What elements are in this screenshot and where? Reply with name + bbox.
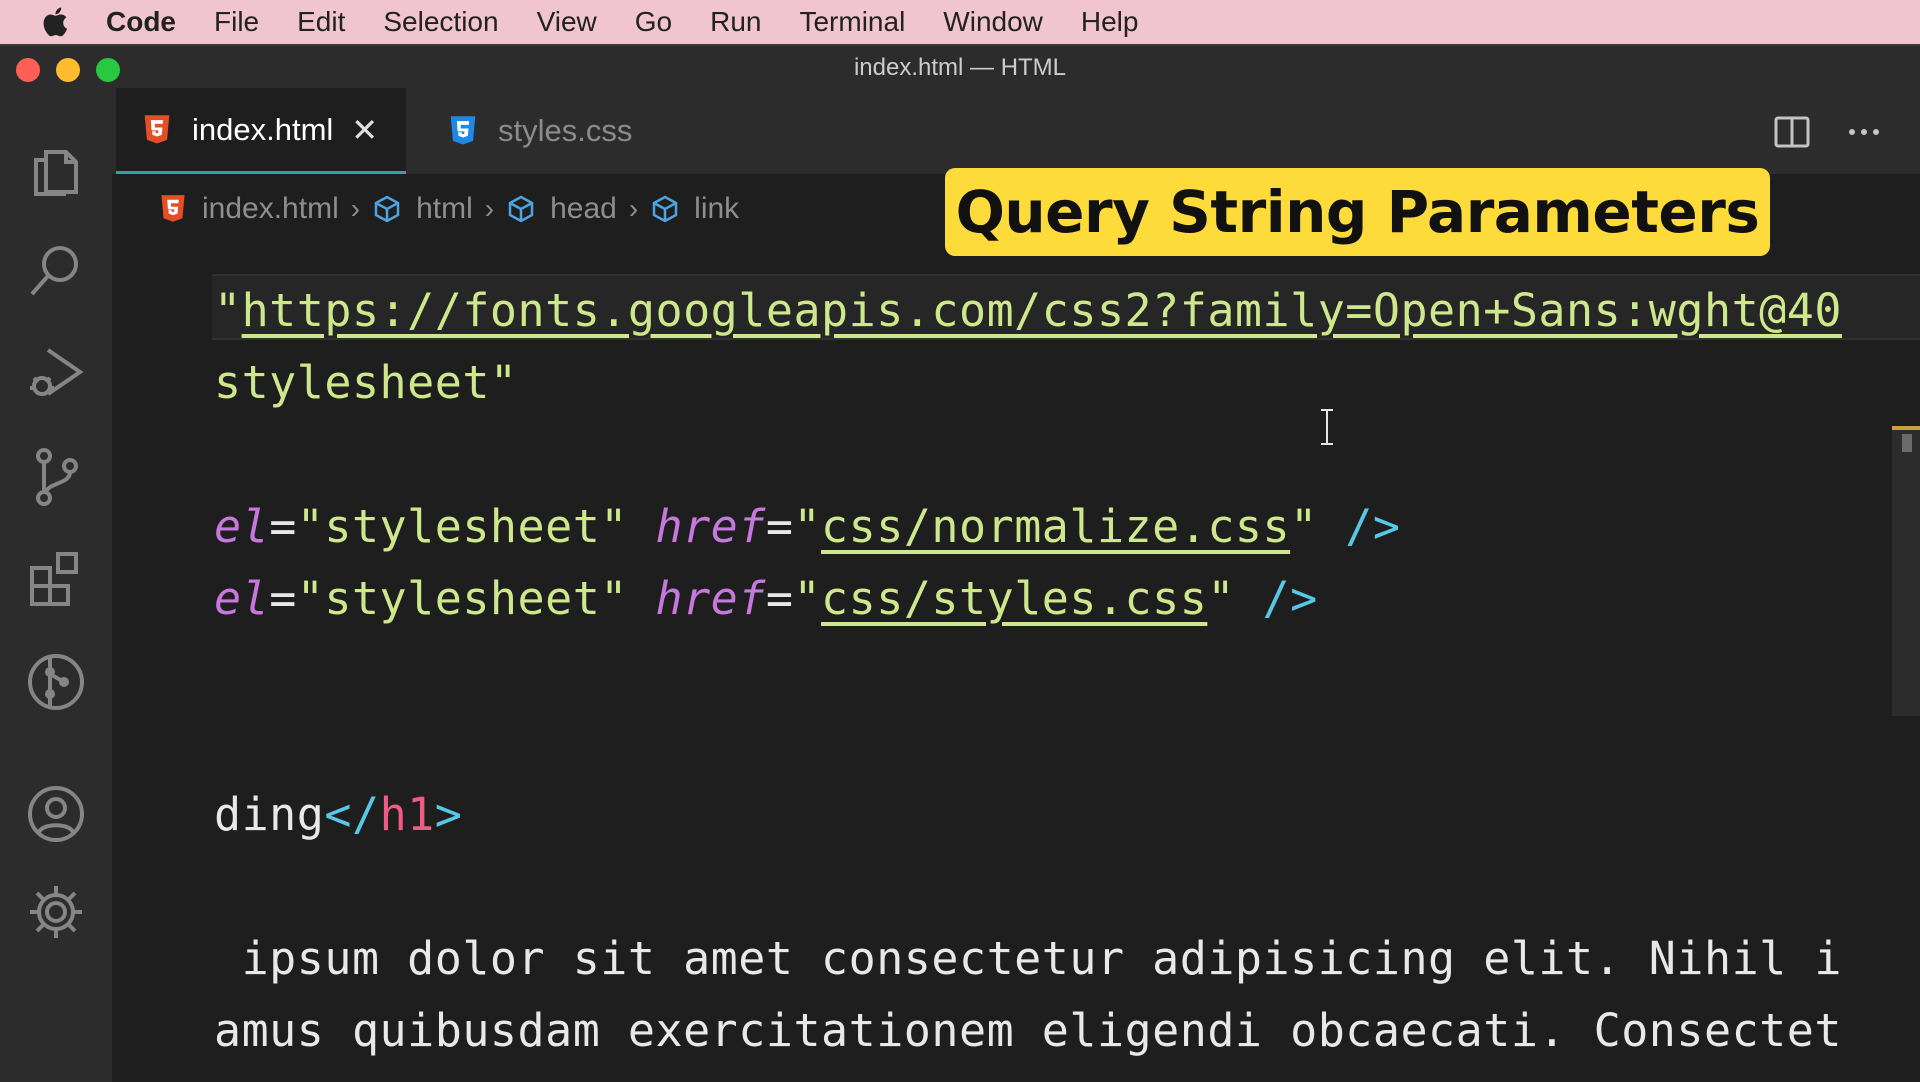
code-token: = bbox=[765, 572, 794, 625]
code-token: " bbox=[214, 284, 242, 337]
breadcrumb-label: index.html bbox=[202, 192, 339, 225]
menu-app-name[interactable]: Code bbox=[106, 6, 176, 38]
apple-icon[interactable] bbox=[40, 5, 74, 39]
code-line: el="stylesheet" href="css/styles.css" /> bbox=[214, 572, 1318, 625]
css3-icon bbox=[450, 116, 476, 145]
code-token: > bbox=[434, 788, 463, 841]
code-token: = bbox=[269, 500, 297, 553]
code-token: h1 bbox=[379, 788, 435, 841]
cube-symbol-icon bbox=[508, 195, 534, 223]
settings-gear-icon[interactable] bbox=[24, 880, 88, 944]
scrollbar-minimap-mark bbox=[1902, 434, 1912, 452]
chevron-right-icon: › bbox=[350, 193, 361, 224]
video-title-banner: Query String Parameters bbox=[945, 168, 1770, 256]
cube-symbol-icon bbox=[374, 195, 400, 223]
tab-index-html[interactable]: index.html ✕ bbox=[116, 88, 406, 174]
breadcrumb-html[interactable]: html bbox=[372, 192, 473, 226]
code-token: " bbox=[793, 572, 822, 625]
breadcrumb-label: link bbox=[694, 192, 740, 225]
breadcrumb-file[interactable]: index.html bbox=[158, 192, 339, 226]
menu-view[interactable]: View bbox=[537, 6, 597, 38]
code-line: amus quibusdam exercitationem eligendi o… bbox=[214, 1004, 1842, 1057]
menu-terminal[interactable]: Terminal bbox=[799, 6, 905, 38]
tab-label: index.html bbox=[192, 111, 334, 147]
chevron-right-icon: › bbox=[484, 193, 495, 224]
menu-window[interactable]: Window bbox=[943, 6, 1043, 38]
code-token: " bbox=[793, 500, 822, 553]
cube-symbol-icon bbox=[652, 195, 678, 223]
breadcrumb-label: head bbox=[550, 192, 617, 225]
code-token: ding bbox=[214, 788, 325, 841]
code-token: https://fonts.googleapis.com/css2?family… bbox=[241, 284, 1842, 337]
code-token: el bbox=[214, 572, 270, 625]
tab-styles-css[interactable]: styles.css bbox=[422, 88, 642, 174]
code-token: " bbox=[1207, 572, 1235, 625]
menu-help[interactable]: Help bbox=[1081, 6, 1139, 38]
activity-bar bbox=[0, 88, 112, 1082]
code-line: ipsum dolor sit amet consectetur adipisi… bbox=[214, 932, 1842, 985]
code-token: /> bbox=[1317, 500, 1401, 553]
text-cursor-icon bbox=[1321, 409, 1333, 445]
code-editor[interactable]: "https://fonts.googleapis.com/css2?famil… bbox=[112, 244, 1920, 1082]
code-line: el="stylesheet" href="css/normalize.css"… bbox=[214, 500, 1401, 553]
breadcrumb-head[interactable]: head bbox=[506, 192, 617, 226]
menu-bar: Code File Edit Selection View Go Run Ter… bbox=[0, 0, 1920, 44]
code-line: stylesheet" bbox=[214, 356, 518, 409]
code-token: href bbox=[655, 572, 766, 625]
explorer-icon[interactable] bbox=[24, 138, 88, 202]
run-debug-icon[interactable] bbox=[24, 340, 88, 404]
close-tab-icon[interactable]: ✕ bbox=[351, 111, 378, 149]
code-token: ipsum dolor sit amet consectetur adipisi… bbox=[214, 932, 1842, 985]
breadcrumb-link[interactable]: link bbox=[650, 192, 739, 226]
extensions-icon[interactable] bbox=[24, 546, 88, 610]
code-token: /> bbox=[1234, 572, 1318, 625]
code-token: href bbox=[655, 500, 766, 553]
code-token: "stylesheet" bbox=[296, 572, 628, 625]
code-token: </ bbox=[324, 788, 380, 841]
menu-run[interactable]: Run bbox=[710, 6, 761, 38]
code-token: css/normalize.css bbox=[821, 500, 1291, 553]
code-token: amus quibusdam exercitationem eligendi o… bbox=[214, 1004, 1842, 1057]
code-token: "stylesheet" bbox=[296, 500, 628, 553]
tab-label: styles.css bbox=[498, 113, 633, 148]
git-graph-icon[interactable] bbox=[24, 650, 88, 714]
code-line: "https://fonts.googleapis.com/css2?famil… bbox=[214, 284, 1842, 337]
code-token: " bbox=[1290, 500, 1318, 553]
code-token: stylesheet" bbox=[214, 356, 518, 409]
vertical-scrollbar[interactable] bbox=[1892, 430, 1920, 716]
more-actions-icon[interactable] bbox=[1842, 110, 1886, 154]
search-icon[interactable] bbox=[24, 238, 88, 302]
chevron-right-icon: › bbox=[628, 193, 639, 224]
code-token: el bbox=[214, 500, 270, 553]
split-editor-icon[interactable] bbox=[1770, 110, 1814, 154]
account-icon[interactable] bbox=[24, 782, 88, 846]
html5-icon bbox=[144, 114, 170, 144]
code-line: ding</h1> bbox=[214, 788, 462, 841]
html5-icon bbox=[161, 195, 185, 222]
editor-tab-bar: index.html ✕ styles.css bbox=[112, 88, 1920, 174]
code-token: = bbox=[765, 500, 794, 553]
breadcrumb-label: html bbox=[416, 192, 473, 225]
code-token: css/styles.css bbox=[821, 572, 1208, 625]
menu-file[interactable]: File bbox=[214, 6, 259, 38]
menu-go[interactable]: Go bbox=[635, 6, 672, 38]
menu-edit[interactable]: Edit bbox=[297, 6, 345, 38]
code-token: = bbox=[269, 572, 297, 625]
menu-selection[interactable]: Selection bbox=[383, 6, 498, 38]
title-bar: index.html — HTML bbox=[0, 46, 1920, 88]
source-control-icon[interactable] bbox=[24, 444, 88, 508]
window-title: index.html — HTML bbox=[853, 54, 1067, 81]
